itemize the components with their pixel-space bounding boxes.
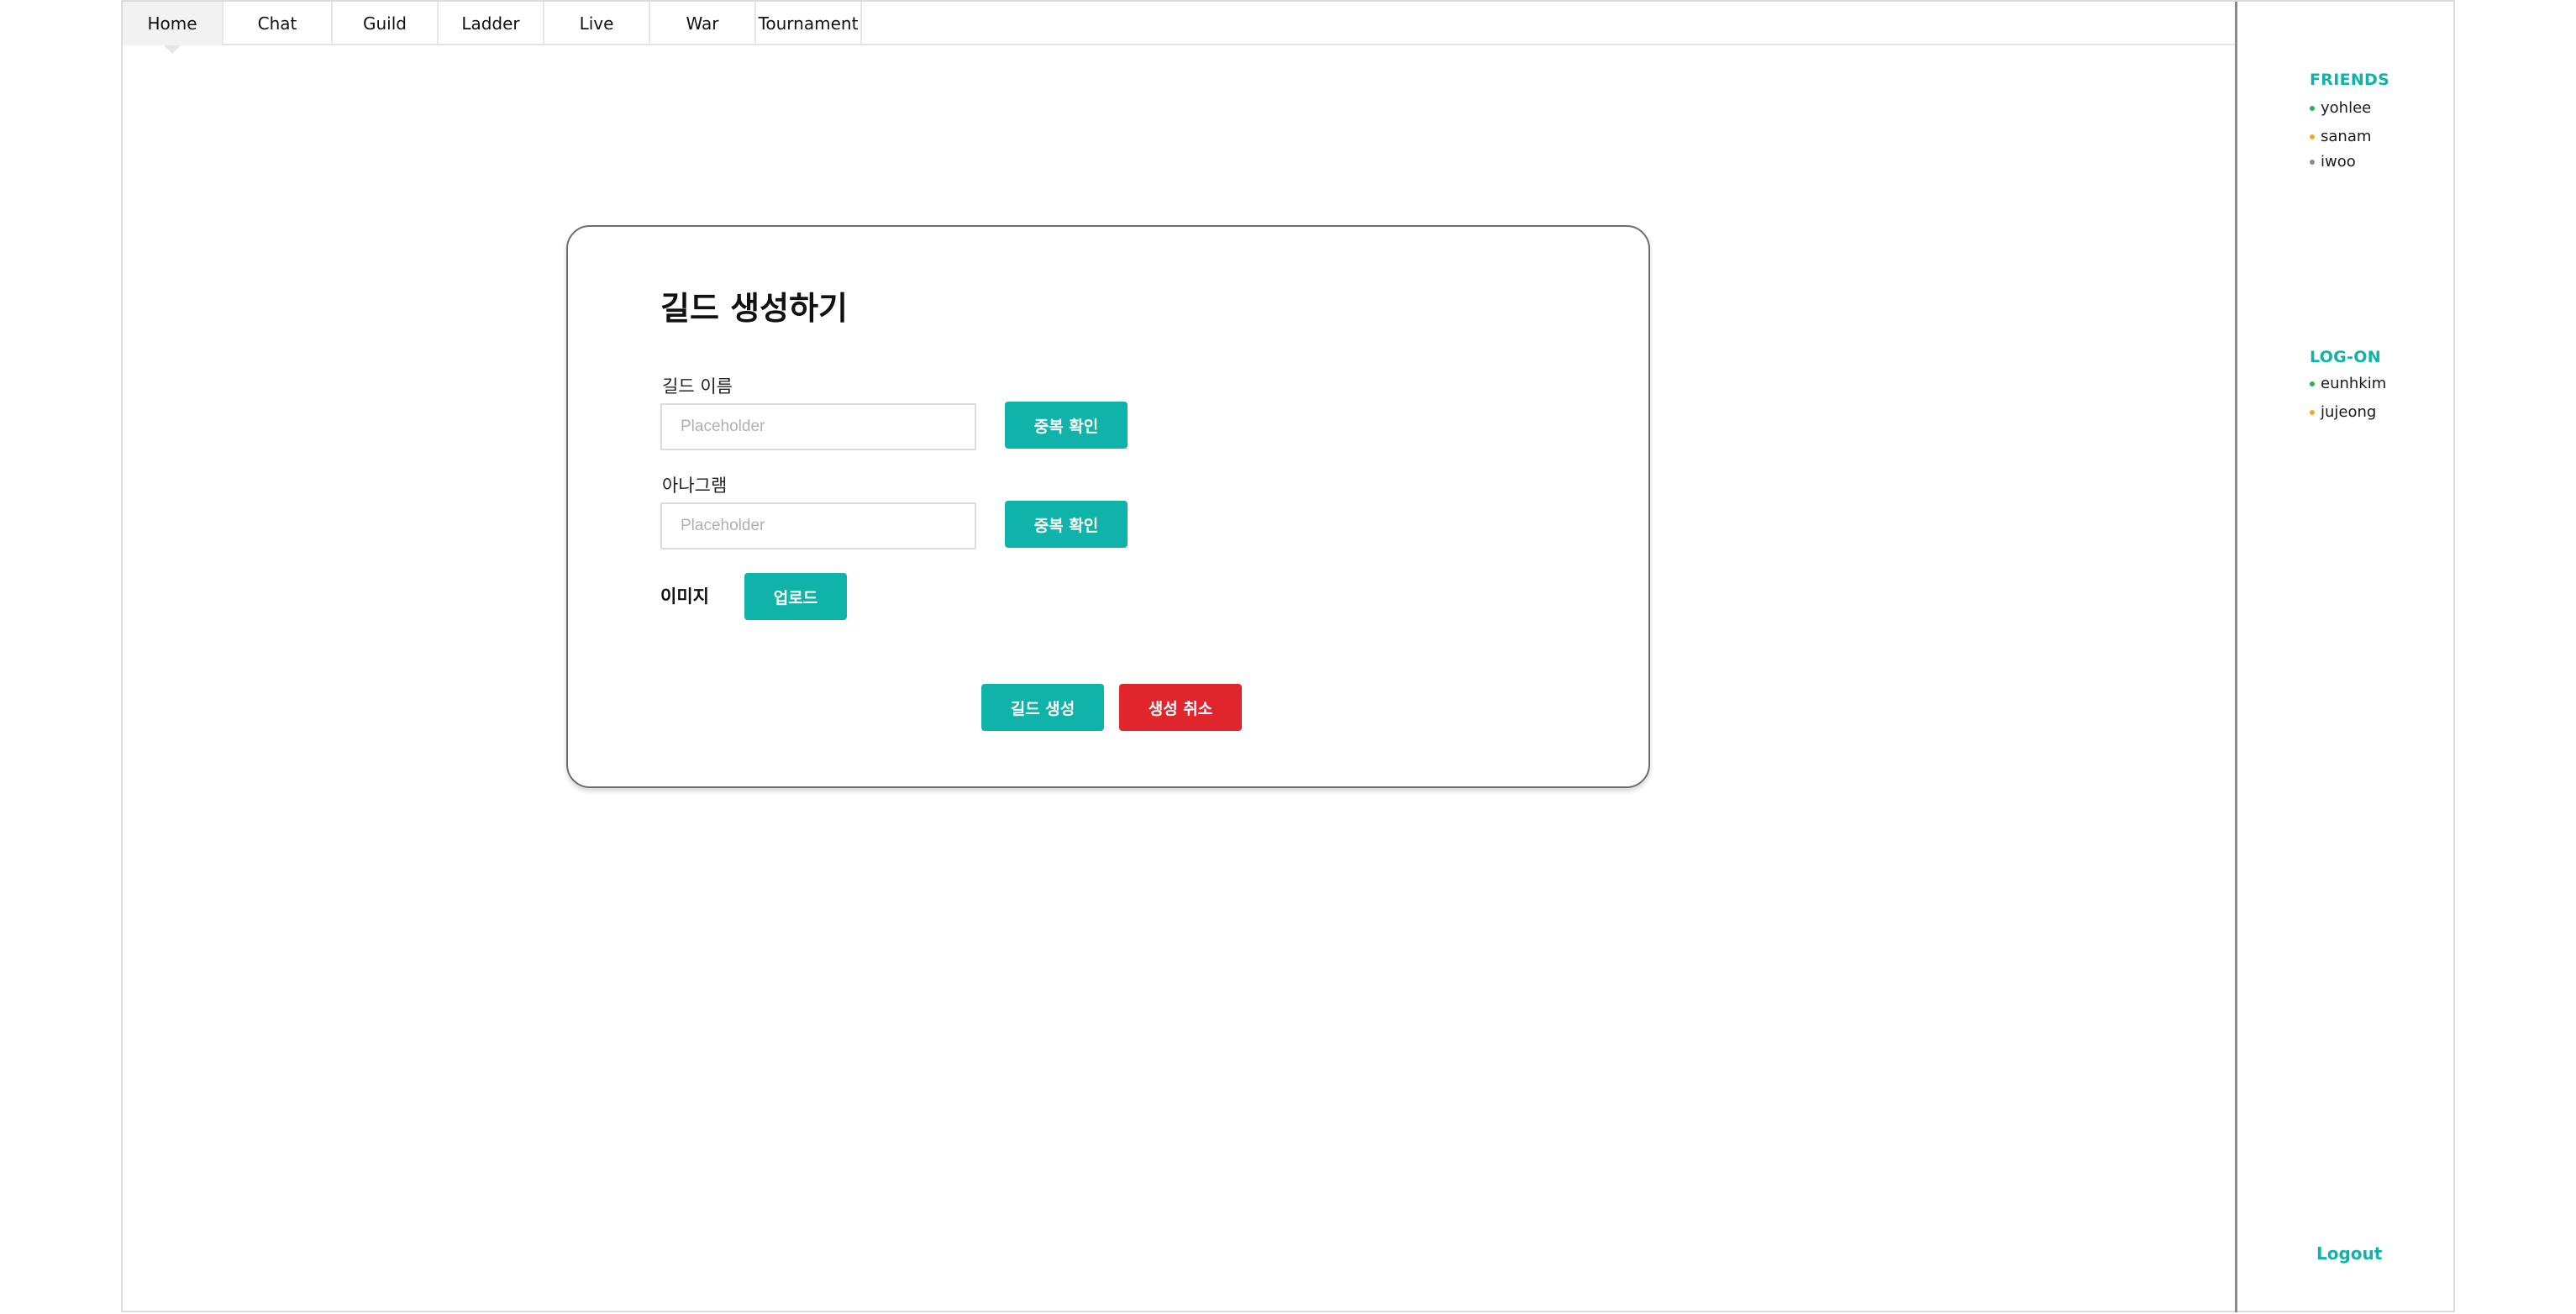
friend-item[interactable]: sanam (2310, 128, 2371, 145)
tab-guild[interactable]: Guild (333, 2, 439, 45)
tab-home[interactable]: Home (123, 2, 223, 54)
create-guild-button[interactable]: 길드 생성 (981, 684, 1104, 731)
guild-name-check-label: 중복 확인 (1033, 417, 1099, 436)
logon-user-name: eunhkim (2321, 375, 2387, 392)
anagram-check-label: 중복 확인 (1033, 516, 1099, 535)
anagram-input[interactable] (660, 502, 976, 549)
tab-live[interactable]: Live (544, 2, 650, 45)
tab-guild-label: Guild (363, 13, 407, 34)
tab-tournament[interactable]: Tournament (756, 2, 862, 45)
away-status-icon (2310, 409, 2315, 415)
create-guild-button-label: 길드 생성 (1010, 699, 1075, 718)
tab-home-label: Home (147, 13, 197, 34)
tab-chat-label: Chat (257, 13, 297, 34)
right-sidebar: FRIENDS yohlee sanam iwoo LOG-ON eunhkim… (2235, 2, 2455, 1312)
logon-user-item[interactable]: eunhkim (2310, 375, 2386, 392)
friend-name: sanam (2321, 128, 2372, 145)
friend-item[interactable]: iwoo (2310, 153, 2356, 171)
offline-status-icon (2310, 159, 2315, 165)
anagram-check-button[interactable]: 중복 확인 (1005, 501, 1128, 548)
friend-name: iwoo (2321, 153, 2356, 171)
upload-button[interactable]: 업로드 (744, 573, 847, 620)
logon-user-item[interactable]: jujeong (2310, 403, 2376, 421)
tab-war-label: War (686, 13, 719, 34)
tab-ladder[interactable]: Ladder (439, 2, 544, 45)
anagram-label: 아나그램 (662, 476, 728, 496)
upload-button-label: 업로드 (773, 588, 818, 607)
friends-heading: FRIENDS (2310, 71, 2390, 89)
guild-name-input[interactable] (660, 403, 976, 450)
logout-link[interactable]: Logout (2316, 1243, 2382, 1264)
dialog-title: 길드 생성하기 (660, 290, 848, 327)
tab-ladder-label: Ladder (461, 13, 520, 34)
image-label: 이미지 (660, 586, 709, 607)
away-status-icon (2310, 134, 2315, 139)
tab-chat[interactable]: Chat (223, 2, 333, 45)
tab-tournament-label: Tournament (758, 13, 859, 34)
friend-item[interactable]: yohlee (2310, 99, 2371, 117)
logon-heading: LOG-ON (2310, 348, 2381, 366)
top-nav: Home Chat Guild Ladder Live War Tourname… (123, 2, 2235, 54)
guild-name-check-button[interactable]: 중복 확인 (1005, 402, 1128, 449)
online-status-icon (2310, 381, 2315, 386)
online-status-icon (2310, 105, 2315, 111)
cancel-create-button-label: 생성 취소 (1148, 699, 1213, 718)
cancel-create-button[interactable]: 생성 취소 (1119, 684, 1242, 731)
create-guild-dialog: 길드 생성하기 길드 이름 중복 확인 아나그램 중복 확인 이미지 업로드 길… (566, 225, 1650, 788)
logon-user-name: jujeong (2321, 403, 2377, 421)
app-frame: Home Chat Guild Ladder Live War Tourname… (121, 0, 2455, 1312)
friend-name: yohlee (2321, 99, 2372, 117)
tab-war[interactable]: War (650, 2, 756, 45)
guild-name-label: 길드 이름 (662, 376, 733, 397)
tab-live-label: Live (579, 13, 614, 34)
